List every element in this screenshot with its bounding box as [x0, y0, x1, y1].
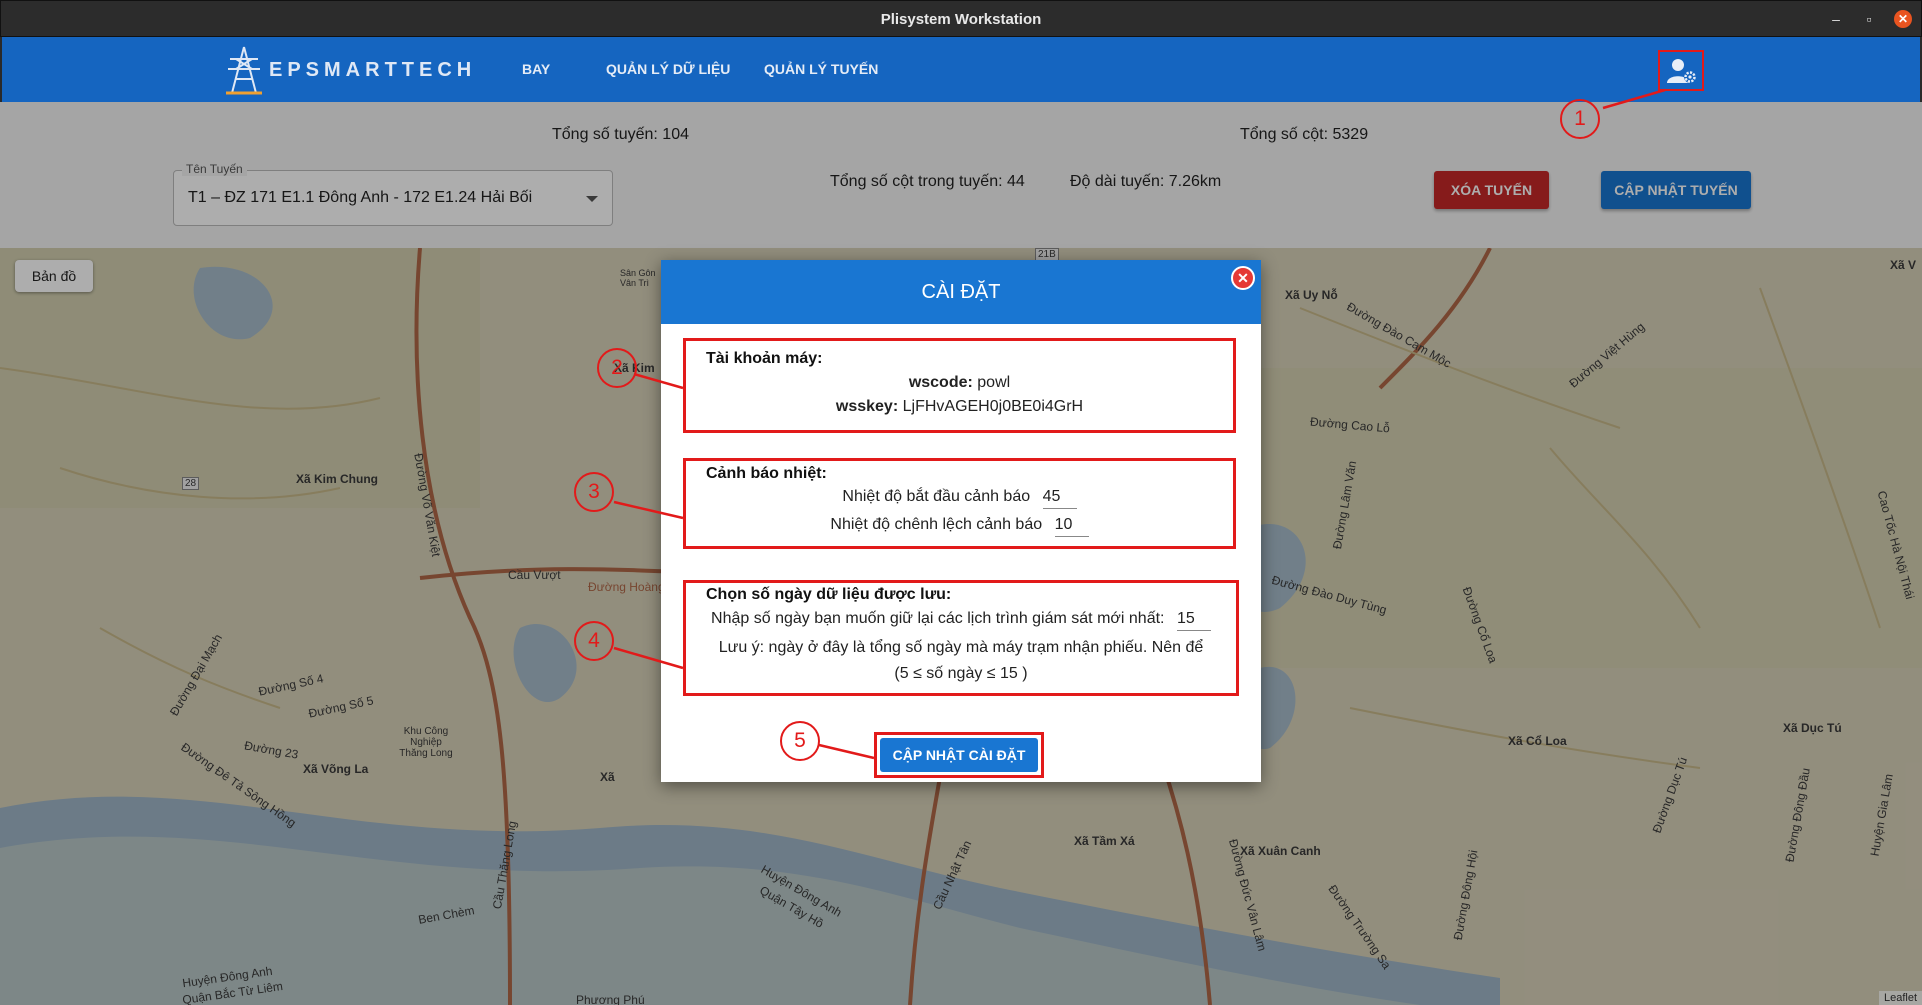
retention-range: (5 ≤ số ngày ≤ 15 ): [894, 665, 1028, 682]
retention-prompt: Nhập số ngày bạn muốn giữ lại các lịch t…: [711, 610, 1165, 627]
wscode-label: wscode:: [908, 374, 973, 391]
heat-diff-label: Nhiệt độ chênh lệch cảnh báo: [830, 516, 1043, 533]
wsskey-label: wsskey:: [835, 398, 899, 415]
retention-days-input[interactable]: 15: [1176, 610, 1211, 631]
dialog-header: CÀI ĐẶT ✕: [661, 260, 1261, 324]
wsskey-value: LjFHvAGEH0j0BE0i4GrH: [902, 398, 1084, 415]
wscode-row: wscode: powl: [686, 374, 1233, 392]
pylon-logo-icon: [226, 46, 262, 95]
annotation-callout-3: 3: [574, 472, 614, 512]
dialog-title: CÀI ĐẶT: [921, 281, 1001, 303]
annotation-callout-4: 4: [574, 621, 614, 661]
heat-section-title: Cảnh báo nhiệt:: [706, 465, 827, 482]
heat-start-label: Nhiệt độ bắt đầu cảnh báo: [842, 488, 1031, 505]
dialog-close-button[interactable]: ✕: [1231, 266, 1255, 290]
minimize-button[interactable]: –: [1827, 10, 1845, 28]
account-section-title: Tài khoản máy:: [706, 350, 823, 367]
wsskey-row: wsskey: LjFHvAGEH0j0BE0i4GrH: [686, 398, 1233, 416]
nav-bay[interactable]: BAY: [522, 61, 550, 77]
account-section: Tài khoản máy: wscode: powl wsskey: LjFH…: [683, 338, 1236, 433]
data-retention-section: Chọn số ngày dữ liệu được lưu: Nhập số n…: [683, 580, 1239, 696]
nav-data-management[interactable]: QUẢN LÝ DỮ LIỆU: [606, 61, 730, 77]
annotation-callout-1: 1: [1560, 99, 1600, 139]
heat-start-input[interactable]: 45: [1042, 488, 1077, 509]
brand-name: EPSMARTTECH: [269, 59, 477, 81]
os-title-bar: Plisystem Workstation – ▫ ✕: [0, 0, 1922, 37]
annotation-callout-5: 5: [780, 721, 820, 761]
heat-diff-row: Nhiệt độ chênh lệch cảnh báo 10: [686, 516, 1233, 537]
heat-start-row: Nhiệt độ bắt đầu cảnh báo 45: [686, 488, 1233, 509]
close-window-button[interactable]: ✕: [1894, 10, 1912, 28]
retention-section-title: Chọn số ngày dữ liệu được lưu:: [706, 586, 952, 603]
nav-line-management[interactable]: QUẢN LÝ TUYẾN: [764, 61, 878, 77]
maximize-button[interactable]: ▫: [1860, 10, 1878, 28]
annotation-callout-2: 2: [597, 348, 637, 388]
wscode-value: powl: [977, 374, 1011, 391]
app-navbar: EPSMARTTECH BAY QUẢN LÝ DỮ LIỆU QUẢN LÝ …: [0, 37, 1922, 102]
settings-dialog: CÀI ĐẶT ✕ Tài khoản máy: wscode: powl ws…: [661, 260, 1261, 782]
user-gear-icon: [1667, 59, 1696, 83]
window-title: Plisystem Workstation: [880, 11, 1042, 28]
update-settings-button[interactable]: CẬP NHẬT CÀI ĐẶT: [880, 738, 1038, 772]
user-settings-button[interactable]: [1658, 50, 1704, 91]
heat-diff-input[interactable]: 10: [1054, 516, 1089, 537]
retention-note: Lưu ý: ngày ở đây là tổng số ngày mà máy…: [718, 639, 1204, 656]
heat-warning-section: Cảnh báo nhiệt: Nhiệt độ bắt đầu cảnh bá…: [683, 458, 1236, 549]
submit-highlight: CẬP NHẬT CÀI ĐẶT: [874, 732, 1044, 778]
retention-row: Nhập số ngày bạn muốn giữ lại các lịch t…: [686, 610, 1236, 631]
